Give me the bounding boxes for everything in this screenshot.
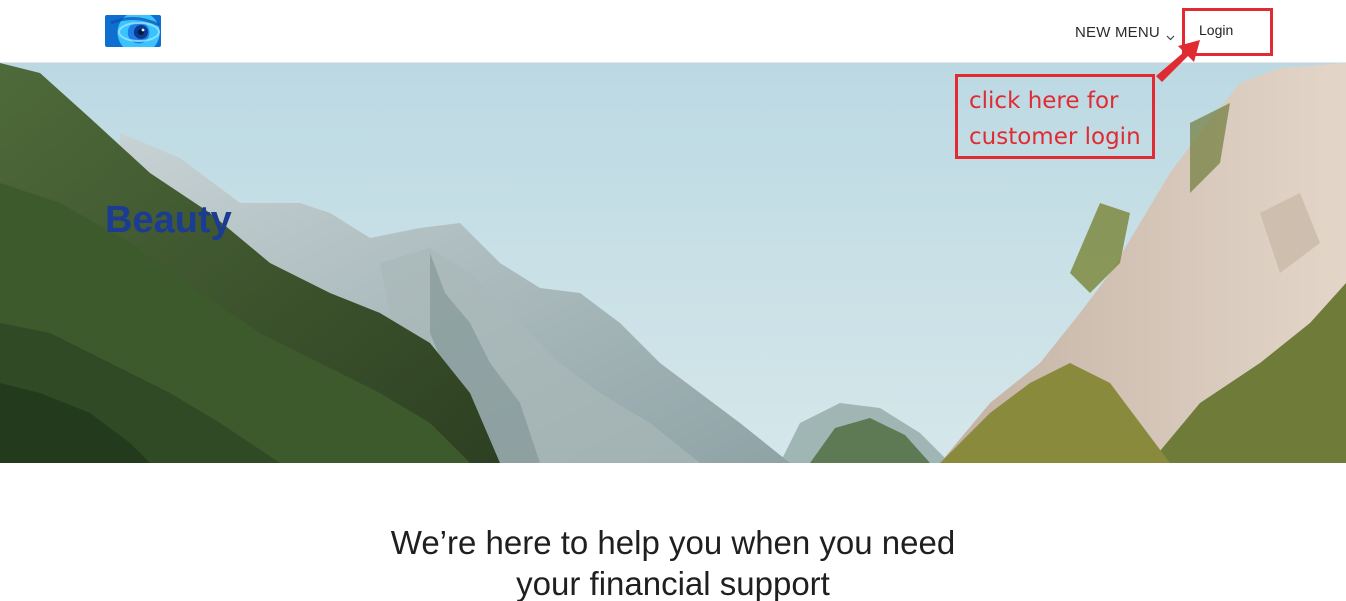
- eye-logo-icon[interactable]: [105, 15, 161, 47]
- red-arrow-icon: [1156, 40, 1200, 82]
- customer-login-callout: click here for customer login: [955, 74, 1155, 159]
- new-menu-label: NEW MENU: [1075, 23, 1160, 41]
- callout-text: click here for customer login: [969, 88, 1141, 150]
- headline-line-2: your financial support: [516, 565, 830, 601]
- page: NEW MENU Login Beauty click here for cus…: [0, 0, 1346, 601]
- chevron-down-icon: [1166, 29, 1175, 40]
- headline-line-1: We’re here to help you when you need: [390, 524, 956, 561]
- page-headline: We’re here to help you when you need you…: [0, 522, 1346, 601]
- site-header: NEW MENU Login: [0, 0, 1346, 63]
- hero-title: Beauty: [105, 199, 232, 241]
